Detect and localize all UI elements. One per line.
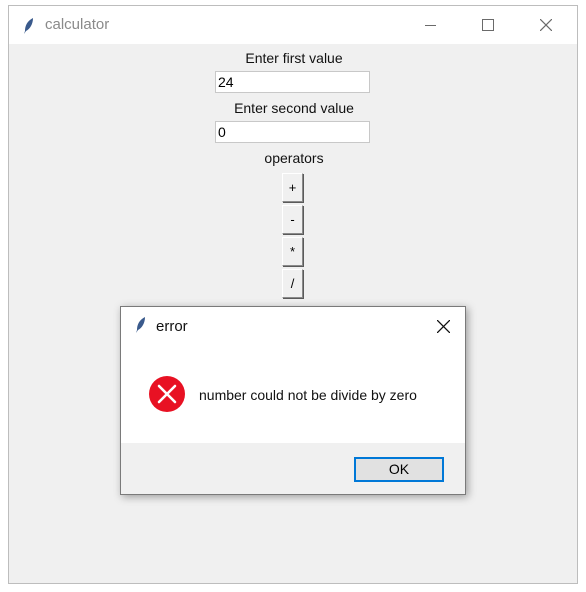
minimize-icon	[424, 24, 436, 26]
dialog-footer: OK	[121, 443, 465, 494]
close-button[interactable]	[517, 6, 575, 44]
error-dialog: error number could not be divide by zero…	[120, 306, 466, 495]
window-title: calculator	[45, 16, 110, 33]
add-button[interactable]: +	[282, 173, 303, 202]
error-message: number could not be divide by zero	[199, 387, 417, 403]
close-icon	[540, 19, 552, 31]
second-value-label: Enter second value	[234, 100, 354, 116]
error-icon	[149, 376, 185, 412]
feather-icon	[136, 317, 145, 333]
divide-button[interactable]: /	[282, 269, 303, 298]
close-icon	[436, 319, 450, 333]
second-value-input[interactable]: 0	[215, 121, 370, 143]
first-value-input[interactable]: 24	[215, 71, 370, 93]
first-value-label: Enter first value	[245, 50, 343, 66]
operators-label: operators	[264, 150, 324, 166]
multiply-button[interactable]: *	[282, 237, 303, 266]
feather-icon	[24, 18, 33, 34]
dialog-title: error	[156, 318, 188, 335]
maximize-button[interactable]	[459, 6, 517, 44]
ok-button[interactable]: OK	[354, 457, 444, 482]
maximize-icon	[482, 19, 494, 31]
subtract-button[interactable]: -	[282, 205, 303, 234]
calculator-window: calculator Enter first value 24 Enter se…	[8, 5, 578, 584]
title-bar[interactable]: calculator	[9, 6, 577, 44]
minimize-button[interactable]	[401, 6, 459, 44]
dialog-close-button[interactable]	[429, 313, 457, 339]
